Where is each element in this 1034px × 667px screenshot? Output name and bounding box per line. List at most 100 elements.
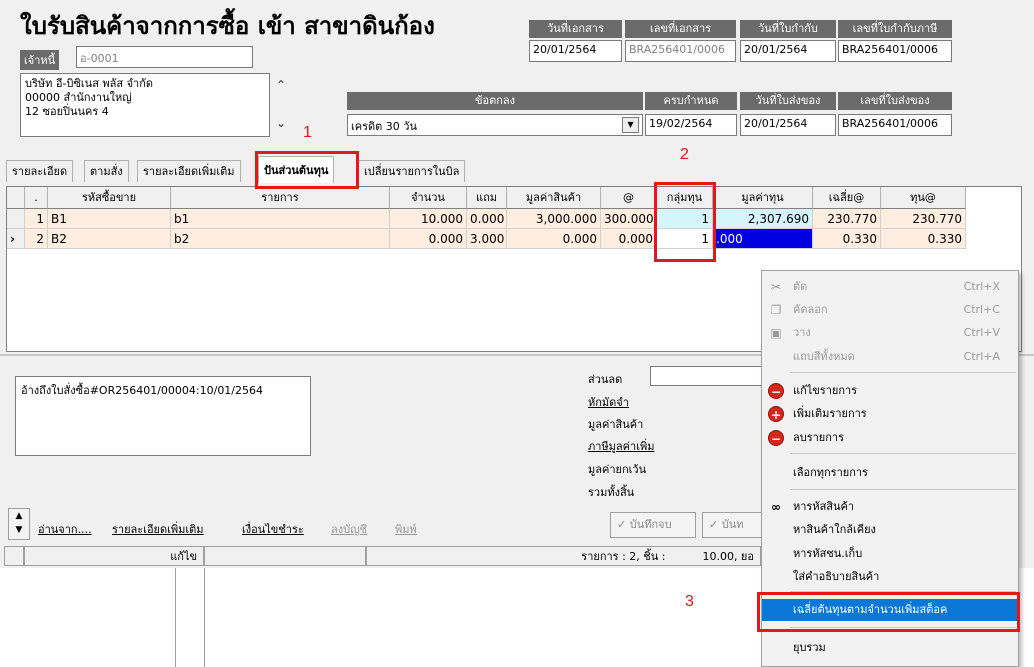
menu-item-label: วาง bbox=[793, 326, 811, 339]
menu-item-add-row[interactable]: + เพิ่มเติมรายการ bbox=[762, 403, 1018, 425]
menu-item-label: หารหัสชน.เก็บ bbox=[793, 547, 863, 560]
menu-separator bbox=[790, 489, 1016, 490]
print-link[interactable]: พิมพ์ bbox=[395, 520, 417, 538]
window-title: ใบรับสินค้าจากการซื้อ เข้า สาขาดินก้อง bbox=[20, 12, 435, 40]
cell-free[interactable]: 0.000 bbox=[467, 209, 507, 229]
status-panel-counts: รายการ : 2, ชิ้น : 10.00, ยอ bbox=[366, 546, 761, 566]
menu-item-edit-row[interactable]: − แก้ไขรายการ bbox=[762, 380, 1018, 402]
status-items: รายการ : 2, ชิ้น : bbox=[581, 550, 666, 563]
grid-header-cost-value[interactable]: มูลค่าทุน bbox=[713, 187, 813, 209]
menu-item-label: หารหัสสินค้า bbox=[793, 500, 855, 513]
deposit-link[interactable]: หักมัดจำ bbox=[588, 393, 629, 411]
menu-item-select-all-rows[interactable]: เลือกทุกรายการ bbox=[762, 462, 1018, 484]
grid-header-value[interactable]: มูลค่าสินค้า bbox=[507, 187, 601, 209]
add-row-icon: + bbox=[768, 406, 784, 422]
menu-item-find-product-code[interactable]: ∞ หารหัสสินค้า bbox=[762, 496, 1018, 518]
terms-select-value: เครดิต 30 วัน bbox=[351, 120, 417, 133]
annotation-number-1: 1 bbox=[303, 124, 312, 141]
delete-row-icon: − bbox=[768, 430, 784, 446]
cell-cost-value[interactable]: 2,307.690 bbox=[713, 209, 813, 229]
save-label: บันท bbox=[721, 518, 744, 531]
discount-label: ส่วนลด bbox=[588, 373, 623, 386]
grid-header-code[interactable]: รหัสซื้อขาย bbox=[48, 187, 171, 209]
total-label: รวมทั้งสิ้น bbox=[588, 486, 635, 499]
cell-code[interactable]: B2 bbox=[48, 229, 171, 249]
payment-terms-link[interactable]: เงื่อนไขชำระ bbox=[242, 520, 304, 538]
chevron-down-icon[interactable]: ⌄ bbox=[276, 116, 286, 130]
post-ledger-link[interactable]: ลงบัญชี bbox=[331, 520, 367, 538]
menu-item-select-all[interactable]: แถบสีทั้งหมด Ctrl+A bbox=[762, 346, 1018, 368]
discount-field[interactable] bbox=[650, 366, 770, 386]
spin-down-icon[interactable]: ▼ bbox=[9, 523, 29, 537]
check-icon: ✓ bbox=[617, 518, 627, 531]
row-indicator[interactable]: › bbox=[7, 229, 25, 249]
delivery-number-field[interactable]: BRA256401/0006 bbox=[838, 114, 952, 136]
tab-by-order[interactable]: ตามสั่ง bbox=[84, 160, 129, 182]
menu-item-label: ยุบรวม bbox=[793, 641, 826, 654]
save-close-button[interactable]: ✓ บันทึกจบ bbox=[610, 512, 696, 538]
cell-qty[interactable]: 0.000 bbox=[390, 229, 467, 249]
doc-date-field[interactable]: 20/01/2564 bbox=[529, 40, 622, 62]
cell-name[interactable]: b1 bbox=[171, 209, 390, 229]
creditor-code-field[interactable]: อ-0001 bbox=[76, 46, 253, 68]
menu-item-delete-row[interactable]: − ลบรายการ bbox=[762, 427, 1018, 449]
cell-free[interactable]: 3.000 bbox=[467, 229, 507, 249]
exempt-value-label: มูลค่ายกเว้น bbox=[588, 463, 647, 476]
cell-unit[interactable]: 300.000 bbox=[601, 209, 657, 229]
menu-item-find-storage-code[interactable]: หารหัสชน.เก็บ bbox=[762, 543, 1018, 565]
dropdown-arrow-icon[interactable]: ▼ bbox=[622, 117, 639, 133]
scissors-icon: ✂ bbox=[770, 280, 782, 294]
more-details-link[interactable]: รายละเอียดเพิ่มเติม bbox=[112, 520, 204, 538]
divider bbox=[204, 568, 205, 667]
menu-item-copy[interactable]: ❐ คัดลอก Ctrl+C bbox=[762, 299, 1018, 321]
supplier-address-box[interactable]: บริษัท อี-บิซิเนส พลัส จำกัด 00000 สำนัก… bbox=[20, 73, 270, 137]
menu-item-cut[interactable]: ✂ ตัด Ctrl+X bbox=[762, 276, 1018, 298]
cell-value[interactable]: 0.000 bbox=[507, 229, 601, 249]
tab-details[interactable]: รายละเอียด bbox=[6, 160, 74, 182]
address-line: 12 ซอยปิ่นนคร 4 bbox=[25, 105, 109, 118]
status-qty: 10.00, ยอ bbox=[702, 550, 754, 563]
grid-header-cost[interactable]: ทุน@ bbox=[881, 187, 966, 209]
grid-header-name[interactable]: รายการ bbox=[171, 187, 390, 209]
doc-number-field[interactable]: BRA256401/0006 bbox=[625, 40, 736, 62]
vat-link[interactable]: ภาษีมูลค่าเพิ่ม bbox=[588, 437, 654, 455]
cell-code[interactable]: B1 bbox=[48, 209, 171, 229]
status-panel-empty bbox=[204, 546, 366, 566]
read-from-link[interactable]: อ่านจาก.... bbox=[38, 520, 92, 538]
status-panel-left bbox=[4, 546, 24, 566]
grid-header-avg[interactable]: เฉลี่ย@ bbox=[813, 187, 881, 209]
chevron-up-icon[interactable]: ⌃ bbox=[276, 78, 286, 92]
cell-cost-value-selected[interactable]: .000 bbox=[713, 229, 813, 249]
address-line: 00000 สำนักงานใหญ่ bbox=[25, 91, 132, 104]
cell-qty[interactable]: 10.000 bbox=[390, 209, 467, 229]
row-indicator[interactable] bbox=[7, 209, 25, 229]
menu-item-shortcut: Ctrl+V bbox=[963, 326, 1000, 339]
grid-header-unit[interactable]: @ bbox=[601, 187, 657, 209]
annotation-box-group-column bbox=[654, 182, 716, 262]
grid-header-qty[interactable]: จำนวน bbox=[390, 187, 467, 209]
delivery-date-field[interactable]: 20/01/2564 bbox=[740, 114, 836, 136]
due-date-field[interactable]: 19/02/2564 bbox=[645, 114, 737, 136]
spin-up-icon[interactable]: ▲ bbox=[9, 509, 29, 523]
cell-value[interactable]: 3,000.000 bbox=[507, 209, 601, 229]
check-icon: ✓ bbox=[709, 518, 719, 531]
menu-item-find-similar[interactable]: หาสินค้าใกล้เคียง bbox=[762, 519, 1018, 541]
cell-name[interactable]: b2 bbox=[171, 229, 390, 249]
tab-change-bill-items[interactable]: เปลี่ยนรายการในบิล bbox=[358, 160, 466, 182]
save-button[interactable]: ✓ บันท bbox=[702, 512, 762, 538]
memo-box[interactable]: อ้างถึงใบสั่งซื้อ#OR256401/00004:10/01/2… bbox=[15, 376, 311, 456]
terms-select[interactable]: เครดิต 30 วัน bbox=[347, 114, 643, 136]
tax-number-field[interactable]: BRA256401/0006 bbox=[838, 40, 952, 62]
grid-header-no[interactable]: . bbox=[25, 187, 48, 209]
tab-more-details[interactable]: รายละเอียดเพิ่มเติม bbox=[137, 160, 241, 182]
tax-date-field[interactable]: 20/01/2564 bbox=[740, 40, 836, 62]
menu-item-paste[interactable]: ▣ วาง Ctrl+V bbox=[762, 322, 1018, 344]
grid-header-free[interactable]: แถม bbox=[467, 187, 507, 209]
cell-unit[interactable]: 0.000 bbox=[601, 229, 657, 249]
binoculars-icon: ∞ bbox=[771, 500, 781, 514]
divider bbox=[175, 568, 176, 667]
spin-button[interactable]: ▲ ▼ bbox=[8, 508, 30, 540]
menu-item-add-description[interactable]: ใส่คำอธิบายสินค้า bbox=[762, 566, 1018, 588]
address-line: บริษัท อี-บิซิเนส พลัส จำกัด bbox=[25, 77, 154, 90]
menu-item-merge[interactable]: ยุบรวม bbox=[762, 637, 1018, 659]
